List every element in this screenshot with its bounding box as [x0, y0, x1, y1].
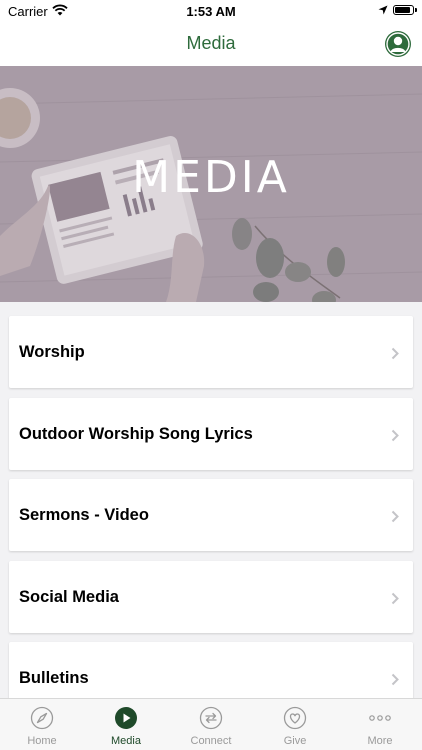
list-item-label: Sermons - Video — [19, 506, 149, 524]
heart-icon — [283, 706, 307, 730]
user-icon — [386, 32, 410, 56]
tab-label: More — [367, 735, 393, 747]
tab-label: Give — [283, 735, 307, 747]
tab-media[interactable]: Media — [84, 699, 168, 750]
profile-button[interactable] — [386, 32, 410, 56]
location-arrow-icon — [378, 5, 388, 15]
chevron-right-icon — [391, 673, 399, 686]
chevron-right-icon — [391, 592, 399, 604]
media-list: Worship Outdoor Worship Song Lyrics Serm… — [9, 316, 413, 724]
list-item-label: Outdoor Worship Song Lyrics — [19, 424, 253, 443]
tab-more[interactable]: More — [338, 699, 422, 750]
tab-bar: Home Media Connect Give More — [0, 698, 422, 750]
arrows-icon — [199, 706, 223, 730]
chevron-right-icon — [391, 347, 399, 360]
page-title: Media — [186, 33, 236, 53]
list-item-label: Social Media — [19, 587, 119, 606]
clock: 1:53 AM — [186, 4, 236, 19]
chevron-right-icon — [391, 429, 399, 441]
navigation-bar: Media — [0, 22, 422, 66]
hero-banner: MEDIA — [0, 66, 422, 302]
list-item-sermons-video[interactable]: Sermons - Video — [9, 479, 413, 551]
list-item-worship[interactable]: Worship — [9, 316, 413, 388]
list-item-outdoor-worship-song-lyrics[interactable]: Outdoor Worship Song Lyrics — [9, 397, 413, 470]
status-bar: Carrier 1:53 AM — [0, 0, 422, 22]
list-item-social-media[interactable]: Social Media — [9, 560, 413, 633]
tab-label: Connect — [190, 735, 232, 747]
tab-label: Home — [27, 735, 57, 747]
list-item-label: Worship — [19, 343, 85, 361]
tab-label: Media — [111, 735, 141, 747]
tab-home[interactable]: Home — [0, 699, 84, 750]
list-item-label: Bulletins — [19, 669, 89, 687]
compass-icon — [30, 706, 54, 730]
ellipsis-icon — [369, 715, 391, 721]
chevron-right-icon — [391, 510, 399, 523]
tab-connect[interactable]: Connect — [169, 699, 253, 750]
battery-icon — [393, 5, 417, 15]
hero-title: MEDIA — [132, 152, 290, 203]
tab-give[interactable]: Give — [253, 699, 337, 750]
play-icon — [115, 707, 137, 729]
